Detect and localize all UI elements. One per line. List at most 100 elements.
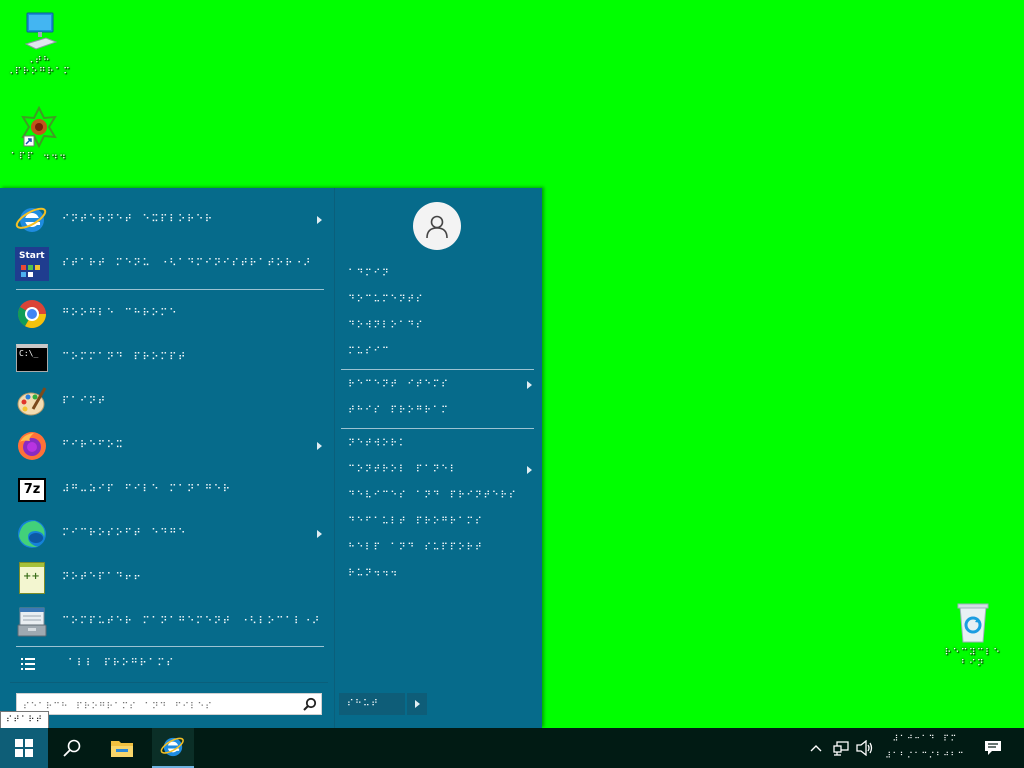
action-center-button[interactable] xyxy=(978,728,1008,768)
start-item-label: ⠉⠕⠍⠍⠁⠝⠙⠀⠏⠗⠕⠍⠏⠞ xyxy=(62,352,187,363)
start-item-computer-management[interactable]: ⠉⠕⠍⠏⠥⠞⠑⠗⠀⠍⠁⠝⠁⠛⠑⠍⠑⠝⠞⠀⠐⠣⠇⠕⠉⠁⠇⠐⠜ xyxy=(10,600,328,644)
desktop-icon-this-pc[interactable]: ⠠⠞⠓ ⠠⠏⠗⠕⠛⠗⠁⠍ xyxy=(4,10,74,78)
edge-icon xyxy=(14,516,50,552)
separator xyxy=(341,369,534,370)
computer-icon xyxy=(18,10,60,52)
start-search-input[interactable] xyxy=(23,698,293,716)
chevron-right-icon xyxy=(415,700,420,708)
taskbar-clock[interactable]: ⠼⠁⠚⠒⠁⠙⠀⠏⠍ ⠼⠁⠃⠌⠁⠉⠌⠃⠚⠃⠉ xyxy=(884,730,966,766)
notepad-plus-plus-icon: ++ xyxy=(14,560,50,596)
places-item-label: ⠍⠥⠎⠊⠉ xyxy=(348,346,391,357)
search-icon xyxy=(63,739,81,757)
start-item-internet-explorer[interactable]: ⠊⠝⠞⠑⠗⠝⠑⠞⠀⠑⠭⠏⠇⠕⠗⠑⠗ xyxy=(10,198,328,242)
app-shortcut-icon xyxy=(18,105,60,149)
places-item-run[interactable]: ⠗⠥⠝⠲⠲⠲ xyxy=(340,561,536,587)
start-item-start-menu-admin[interactable]: Start ⠎⠞⠁⠗⠞⠀⠍⠑⠝⠥⠀⠐⠣⠁⠙⠍⠊⠝⠊⠎⠞⠗⠁⠞⠕⠗⠐⠜ xyxy=(10,242,328,286)
places-item-downloads[interactable]: ⠙⠕⠺⠝⠇⠕⠁⠙⠎ xyxy=(340,313,536,339)
places-item-this-program[interactable]: ⠞⠓⠊⠎⠀⠏⠗⠕⠛⠗⠁⠍ xyxy=(340,398,536,424)
start-menu-programs-column: ⠊⠝⠞⠑⠗⠝⠑⠞⠀⠑⠭⠏⠇⠕⠗⠑⠗ Start ⠎⠞⠁⠗⠞⠀⠍⠑⠝⠥⠀⠐⠣⠁⠙⠍… xyxy=(0,188,334,728)
all-programs-button[interactable]: ⠁⠇⠇⠀⠏⠗⠕⠛⠗⠁⠍⠎ xyxy=(10,651,328,677)
desktop-icon-app-shortcut[interactable]: ⠁⠏⠏⠀⠲⠲⠲ xyxy=(4,105,74,163)
start-search-box[interactable] xyxy=(16,693,322,716)
shutdown-label: ⠎⠓⠥⠞ xyxy=(347,699,380,709)
taskbar-search-button[interactable] xyxy=(50,728,94,768)
places-item-label: ⠙⠑⠋⠁⠥⠇⠞⠀⠏⠗⠕⠛⠗⠁⠍⠎ xyxy=(348,516,484,527)
places-item-label: ⠞⠓⠊⠎⠀⠏⠗⠕⠛⠗⠁⠍ xyxy=(348,405,450,416)
separator xyxy=(10,682,328,683)
separator xyxy=(16,289,324,290)
desktop-icon-label: ⠃⠊⠝ xyxy=(960,659,986,669)
all-programs-label: ⠁⠇⠇⠀⠏⠗⠕⠛⠗⠁⠍⠎ xyxy=(68,658,176,669)
places-item-label: ⠙⠕⠺⠝⠇⠕⠁⠙⠎ xyxy=(348,320,425,331)
separator xyxy=(16,646,324,647)
places-item-documents[interactable]: ⠙⠕⠉⠥⠍⠑⠝⠞⠎ xyxy=(340,287,536,313)
start-item-label: ⠊⠝⠞⠑⠗⠝⠑⠞⠀⠑⠭⠏⠇⠕⠗⠑⠗ xyxy=(62,214,214,225)
start-menu: ⠊⠝⠞⠑⠗⠝⠑⠞⠀⠑⠭⠏⠇⠕⠗⠑⠗ Start ⠎⠞⠁⠗⠞⠀⠍⠑⠝⠥⠀⠐⠣⠁⠙⠍… xyxy=(0,188,542,728)
start-item-chrome[interactable]: ⠛⠕⠕⠛⠇⠑⠀⠉⠓⠗⠕⠍⠑ xyxy=(10,292,328,336)
user-icon xyxy=(426,215,448,239)
network-tray-button[interactable] xyxy=(830,728,852,768)
start-item-7zip[interactable]: 7z ⠼⠛⠤⠵⠊⠏⠀⠋⠊⠇⠑⠀⠍⠁⠝⠁⠛⠑⠗ xyxy=(10,468,328,512)
start-button[interactable] xyxy=(0,728,48,768)
start-item-label: ⠋⠊⠗⠑⠋⠕⠭ xyxy=(62,440,125,451)
desktop-icon-recycle-bin[interactable]: ⠗⠑⠉⠽⠉⠇⠑ ⠃⠊⠝ xyxy=(938,602,1008,670)
7zip-icon: 7z xyxy=(14,472,50,508)
list-icon xyxy=(21,658,35,670)
desktop-icon-label: ⠁⠏⠏⠀⠲⠲⠲ xyxy=(10,152,68,162)
places-item-label: ⠝⠑⠞⠺⠕⠗⠅ xyxy=(348,438,408,449)
start-menu-config-icon: Start xyxy=(14,246,50,282)
submenu-arrow-icon xyxy=(527,381,532,389)
places-item-admin[interactable]: ⠁⠙⠍⠊⠝ xyxy=(340,261,536,287)
internet-explorer-icon xyxy=(160,737,184,757)
search-icon[interactable] xyxy=(303,697,317,711)
recycle-bin-icon xyxy=(952,602,994,644)
shutdown-options-button[interactable] xyxy=(407,693,427,715)
volume-tray-button[interactable] xyxy=(854,728,876,768)
places-item-help-and-support[interactable]: ⠓⠑⠇⠏⠀⠁⠝⠙⠀⠎⠥⠏⠏⠕⠗⠞ xyxy=(340,535,536,561)
command-prompt-icon: C:\_ xyxy=(14,340,50,376)
submenu-arrow-icon xyxy=(527,466,532,474)
start-item-command-prompt[interactable]: C:\_ ⠉⠕⠍⠍⠁⠝⠙⠀⠏⠗⠕⠍⠏⠞ xyxy=(10,336,328,380)
start-item-notepad-plus-plus[interactable]: ++ ⠝⠕⠞⠑⠏⠁⠙⠖⠖ xyxy=(10,556,328,600)
places-item-music[interactable]: ⠍⠥⠎⠊⠉ xyxy=(340,339,536,365)
shutdown-button[interactable]: ⠎⠓⠥⠞ xyxy=(339,693,405,715)
start-item-edge[interactable]: ⠍⠊⠉⠗⠕⠎⠕⠋⠞⠀⠑⠙⠛⠑ xyxy=(10,512,328,556)
chrome-icon xyxy=(14,296,50,332)
taskbar-file-explorer[interactable] xyxy=(100,728,144,768)
start-item-paint[interactable]: ⠏⠁⠊⠝⠞ xyxy=(10,380,328,424)
submenu-arrow-icon xyxy=(317,530,322,538)
cmd-icon-text: C:\_ xyxy=(19,349,39,358)
start-item-label: ⠉⠕⠍⠏⠥⠞⠑⠗⠀⠍⠁⠝⠁⠛⠑⠍⠑⠝⠞⠀⠐⠣⠇⠕⠉⠁⠇⠐⠜ xyxy=(62,616,321,627)
submenu-arrow-icon xyxy=(317,442,322,450)
start-item-firefox[interactable]: ⠋⠊⠗⠑⠋⠕⠭ xyxy=(10,424,328,468)
places-item-devices-and-printers[interactable]: ⠙⠑⠧⠊⠉⠑⠎⠀⠁⠝⠙⠀⠏⠗⠊⠝⠞⠑⠗⠎ xyxy=(340,483,536,509)
start-tooltip: ⠎⠞⠁⠗⠞ xyxy=(0,711,50,729)
start-item-label: ⠏⠁⠊⠝⠞ xyxy=(62,396,107,407)
npp-icon-text: ++ xyxy=(23,571,40,582)
internet-explorer-icon xyxy=(14,202,50,238)
desktop-icon-label: ⠠⠏⠗⠕⠛⠗⠁⠍ xyxy=(6,67,72,77)
start-item-label: ⠛⠕⠕⠛⠇⠑⠀⠉⠓⠗⠕⠍⠑ xyxy=(62,308,179,319)
show-hidden-icons-button[interactable] xyxy=(806,728,826,768)
chevron-up-icon xyxy=(810,745,822,752)
places-item-network[interactable]: ⠝⠑⠞⠺⠕⠗⠅ xyxy=(340,431,536,457)
7zip-icon-text: 7z xyxy=(23,482,41,497)
start-item-label: ⠎⠞⠁⠗⠞⠀⠍⠑⠝⠥⠀⠐⠣⠁⠙⠍⠊⠝⠊⠎⠞⠗⠁⠞⠕⠗⠐⠜ xyxy=(62,258,312,269)
taskbar: ⠼⠁⠚⠒⠁⠙⠀⠏⠍ ⠼⠁⠃⠌⠁⠉⠌⠃⠚⠃⠉ xyxy=(0,728,1024,768)
start-item-label: ⠼⠛⠤⠵⠊⠏⠀⠋⠊⠇⠑⠀⠍⠁⠝⠁⠛⠑⠗ xyxy=(62,484,232,495)
user-avatar[interactable] xyxy=(413,202,461,250)
start-icon-text: Start xyxy=(19,251,45,261)
taskbar-internet-explorer[interactable] xyxy=(152,728,194,768)
clock-time: ⠼⠁⠚⠒⠁⠙⠀⠏⠍ xyxy=(892,734,958,743)
places-item-label: ⠁⠙⠍⠊⠝ xyxy=(348,268,391,279)
places-item-label: ⠗⠑⠉⠑⠝⠞⠀⠊⠞⠑⠍⠎ xyxy=(348,379,450,390)
places-item-recent-items[interactable]: ⠗⠑⠉⠑⠝⠞⠀⠊⠞⠑⠍⠎ xyxy=(340,372,536,398)
submenu-arrow-icon xyxy=(317,216,322,224)
places-item-default-programs[interactable]: ⠙⠑⠋⠁⠥⠇⠞⠀⠏⠗⠕⠛⠗⠁⠍⠎ xyxy=(340,509,536,535)
notification-icon xyxy=(985,741,1001,755)
places-item-control-panel[interactable]: ⠉⠕⠝⠞⠗⠕⠇⠀⠏⠁⠝⠑⠇ xyxy=(340,457,536,483)
desktop-icon-label: ⠗⠑⠉⠽⠉⠇⠑ xyxy=(944,648,1002,658)
places-item-label: ⠓⠑⠇⠏⠀⠁⠝⠙⠀⠎⠥⠏⠏⠕⠗⠞ xyxy=(348,542,484,553)
start-item-label: ⠍⠊⠉⠗⠕⠎⠕⠋⠞⠀⠑⠙⠛⠑ xyxy=(62,528,187,539)
clock-date: ⠼⠁⠃⠌⠁⠉⠌⠃⠚⠃⠉ xyxy=(885,751,965,760)
